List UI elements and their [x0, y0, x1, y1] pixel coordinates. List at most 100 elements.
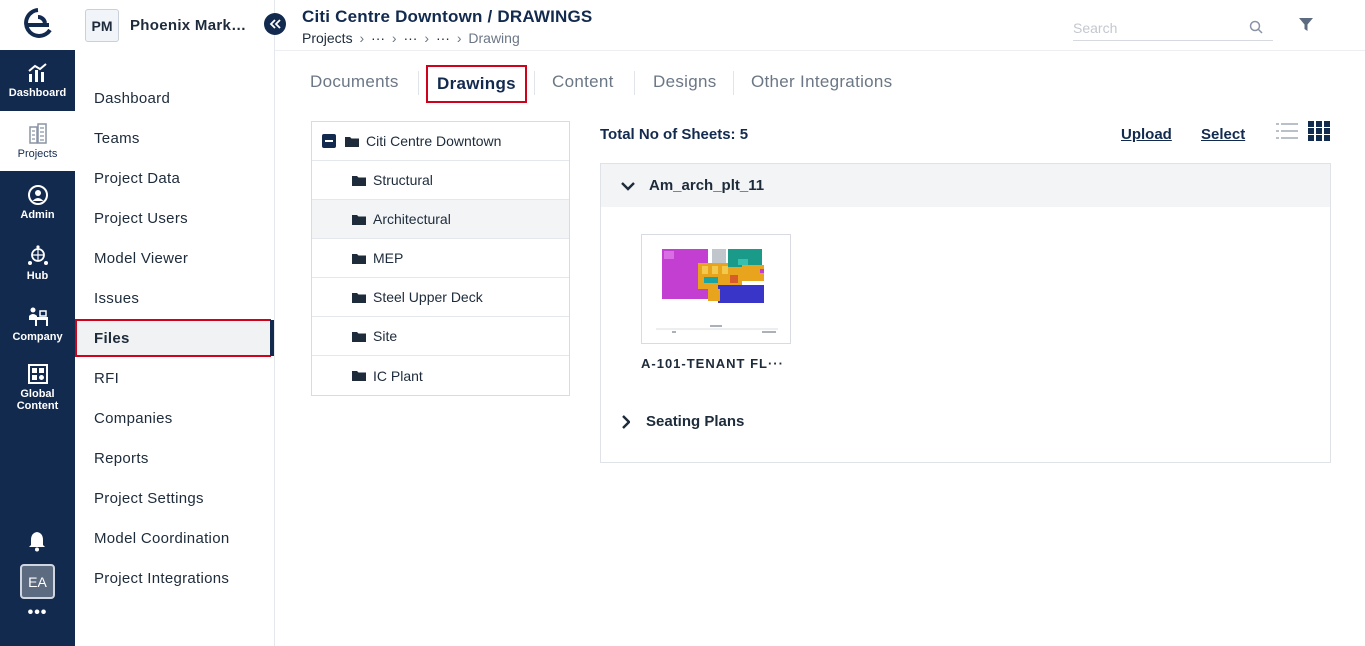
tab-other-integrations[interactable]: Other Integrations	[751, 72, 892, 92]
tab-documents[interactable]: Documents	[310, 72, 399, 92]
chevron-down-icon	[621, 181, 635, 191]
filter-button[interactable]	[1298, 17, 1314, 37]
tree-item-architectural[interactable]: Architectural	[312, 200, 569, 239]
nav-model-viewer[interactable]: Model Viewer	[75, 239, 274, 277]
folder-icon	[352, 214, 366, 225]
nav-teams[interactable]: Teams	[75, 119, 274, 157]
sheet-thumbnail[interactable]	[641, 234, 791, 344]
project-initials: PM	[85, 9, 119, 42]
tree-item-label: IC Plant	[373, 367, 423, 384]
rail-label: Global Content	[16, 387, 59, 412]
rail-projects[interactable]: Projects	[0, 111, 75, 171]
rail-dashboard[interactable]: Dashboard	[0, 50, 75, 110]
tab-divider	[634, 71, 635, 95]
breadcrumb-projects[interactable]: Projects	[302, 30, 353, 46]
notifications-button[interactable]	[26, 530, 48, 557]
nav-issues[interactable]: Issues	[75, 279, 274, 317]
header-divider	[275, 50, 1365, 51]
search-input[interactable]	[1073, 17, 1243, 39]
tree-item-site[interactable]: Site	[312, 317, 569, 356]
list-view-button[interactable]	[1276, 121, 1298, 146]
project-name: Phoenix Mark…	[130, 17, 247, 34]
nav-active-indicator	[270, 320, 274, 356]
rail-admin[interactable]: Admin	[0, 172, 75, 232]
nav-project-integrations[interactable]: Project Integrations	[75, 559, 274, 597]
tab-divider	[534, 71, 535, 95]
tree-item-structural[interactable]: Structural	[312, 161, 569, 200]
breadcrumb-separator: ›	[359, 30, 365, 46]
nav-companies[interactable]: Companies	[75, 399, 274, 437]
tree-item-steel-upper-deck[interactable]: Steel Upper Deck	[312, 278, 569, 317]
tree-item-label: Steel Upper Deck	[373, 289, 483, 305]
rail-label: Dashboard	[8, 86, 67, 99]
user-gear-icon	[27, 184, 48, 205]
tree-item-mep[interactable]: MEP	[312, 239, 569, 278]
tab-designs[interactable]: Designs	[653, 72, 717, 92]
breadcrumb-separator: ›	[391, 30, 397, 46]
floor-plan-thumbnail	[656, 249, 778, 333]
bar-chart-icon	[27, 62, 47, 82]
breadcrumb-separator: ›	[424, 30, 430, 46]
sheet-name[interactable]: A-101-TENANT FL···	[641, 356, 784, 371]
grid-view-icon	[1308, 121, 1330, 141]
breadcrumb-ellipsis[interactable]: ···	[371, 30, 385, 46]
tree-item-label: MEP	[373, 250, 404, 266]
bell-icon	[29, 532, 45, 552]
nav-reports[interactable]: Reports	[75, 439, 274, 477]
folder-icon	[352, 292, 366, 303]
select-link[interactable]: Select	[1201, 126, 1245, 143]
sheet-group-name: Seating Plans	[646, 413, 745, 430]
folder-icon	[352, 253, 366, 264]
tab-divider	[733, 71, 734, 95]
folder-icon	[352, 175, 366, 186]
nav-project-data[interactable]: Project Data	[75, 159, 274, 197]
tab-drawings[interactable]: Drawings	[426, 65, 527, 103]
tree-item-label: Structural	[373, 172, 433, 188]
breadcrumb-ellipsis[interactable]: ···	[403, 30, 417, 46]
tree-item-ic-plant[interactable]: IC Plant	[312, 356, 569, 395]
tree-root[interactable]: Citi Centre Downtown	[312, 122, 569, 161]
breadcrumb-ellipsis[interactable]: ···	[436, 30, 450, 46]
rail-hub[interactable]: Hub	[0, 233, 75, 293]
tree-item-label: Architectural	[373, 211, 451, 227]
collapse-sidebar-button[interactable]	[264, 13, 286, 35]
tab-content[interactable]: Content	[552, 72, 614, 92]
nav-rfi[interactable]: RFI	[75, 359, 274, 397]
sheet-group-header[interactable]: Am_arch_plt_11	[601, 164, 1330, 207]
app-rail: Dashboard Projects Admin Hub Company Glo…	[0, 0, 75, 646]
nav-project-settings[interactable]: Project Settings	[75, 479, 274, 517]
double-chevron-left-icon	[269, 19, 281, 29]
collapse-minus-icon[interactable]	[322, 134, 336, 148]
tab-divider	[418, 71, 419, 95]
sheet-group-name: Am_arch_plt_11	[649, 177, 765, 194]
chevron-right-icon	[622, 414, 630, 429]
grid-view-button[interactable]	[1308, 121, 1330, 146]
search-icon[interactable]	[1249, 20, 1263, 34]
folder-tree: Citi Centre Downtown Structural Architec…	[311, 121, 570, 396]
rail-label: Admin	[20, 208, 55, 221]
folder-icon	[352, 371, 366, 381]
folder-icon	[345, 136, 359, 147]
sheet-groups-panel: Am_arch_plt_11 A-101-TENANT FL··· Seatin…	[600, 163, 1331, 463]
breadcrumb: Projects › ··· › ··· › ··· › Drawing	[302, 30, 520, 46]
rail-label: Company	[12, 330, 63, 343]
desk-icon	[28, 307, 48, 326]
nav-project-users[interactable]: Project Users	[75, 199, 274, 237]
nav-dashboard[interactable]: Dashboard	[75, 79, 274, 117]
rail-company[interactable]: Company	[0, 294, 75, 354]
sheet-group-header-collapsed[interactable]: Seating Plans	[621, 413, 744, 430]
nav-model-coordination[interactable]: Model Coordination	[75, 519, 274, 557]
more-menu-button[interactable]: •••	[0, 604, 75, 622]
grid-content-icon	[27, 363, 48, 384]
tree-root-label: Citi Centre Downtown	[366, 133, 502, 149]
project-selector[interactable]: PM Phoenix Mark…	[85, 9, 246, 42]
breadcrumb-current: Drawing	[468, 30, 520, 46]
user-avatar[interactable]: EA	[20, 564, 55, 599]
rail-global-content[interactable]: Global Content	[0, 355, 75, 419]
globe-hub-icon	[27, 244, 48, 265]
project-sidebar: PM Phoenix Mark… Dashboard Teams Project…	[75, 0, 275, 646]
upload-link[interactable]: Upload	[1121, 126, 1172, 143]
nav-files[interactable]: Files	[75, 319, 271, 357]
page-title: Citi Centre Downtown / DRAWINGS	[302, 7, 593, 26]
app-logo[interactable]	[0, 0, 75, 50]
